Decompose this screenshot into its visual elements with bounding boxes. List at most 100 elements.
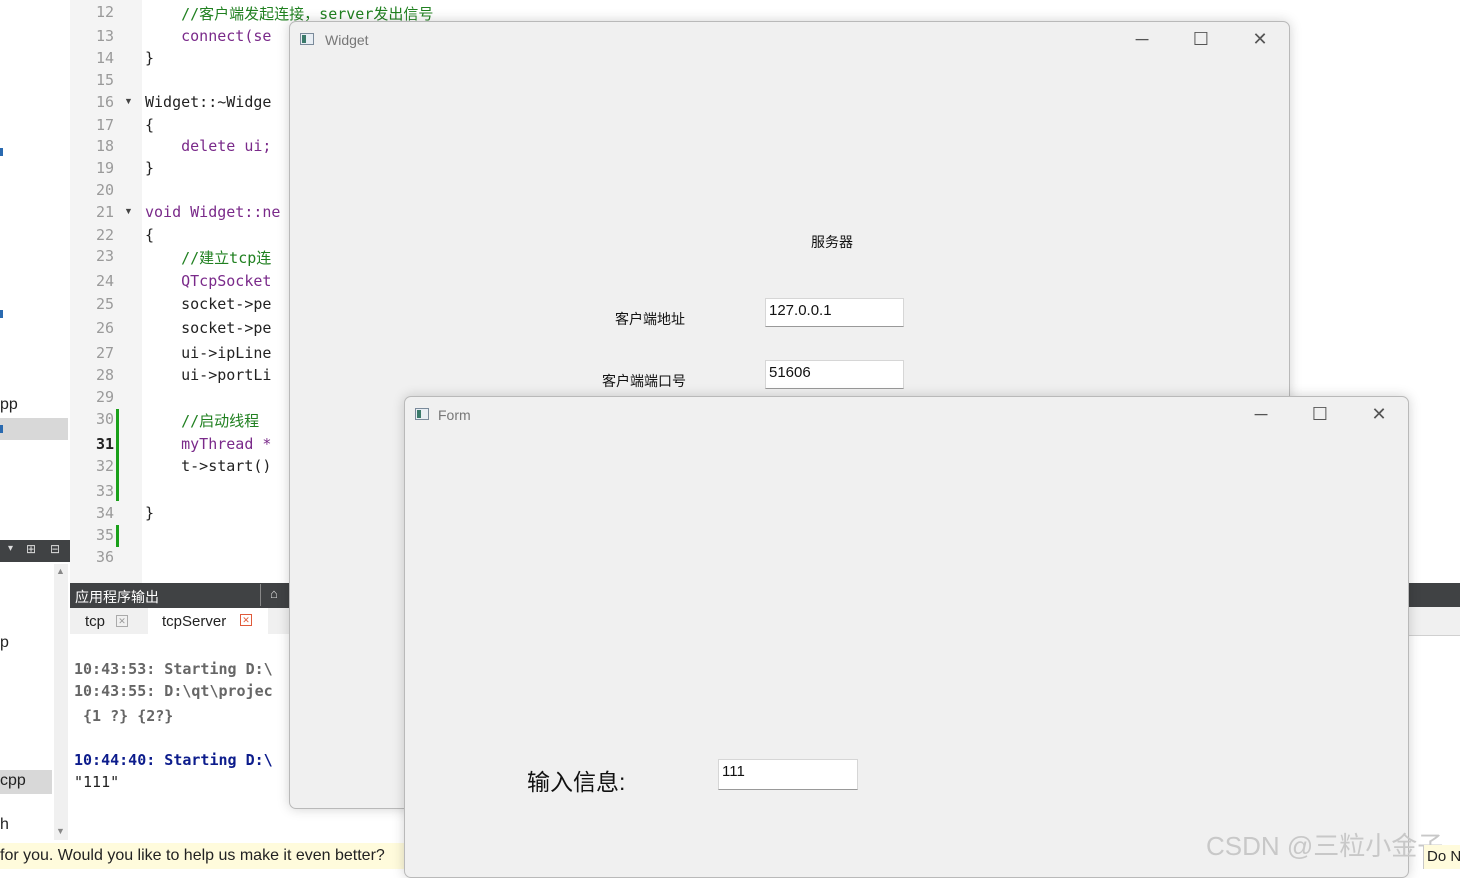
server-heading: 服务器 <box>811 234 853 250</box>
output-line: 10:44:40: Starting D:\ <box>74 751 273 769</box>
line-number: 17 <box>95 116 114 134</box>
line-number: 19 <box>95 159 114 177</box>
do-not-ask-button[interactable]: Do N <box>1423 845 1460 869</box>
widget-titlebar[interactable]: Widget ─ ☐ ✕ <box>290 22 1289 58</box>
code-line[interactable]: { <box>145 226 154 244</box>
port-field[interactable]: 51606 <box>765 360 904 389</box>
tree-marker <box>0 310 3 318</box>
window-title: Widget <box>325 32 369 48</box>
code-line[interactable]: Widget::~Widge <box>145 93 271 111</box>
tab-strip-fragment <box>1408 607 1460 636</box>
tree-toolbar: ▾ ⊞ ⊟ <box>0 540 70 562</box>
dropdown-icon[interactable]: ▾ <box>8 543 13 554</box>
line-number: 31 <box>95 435 114 453</box>
form-window[interactable]: Form ─ ☐ ✕ 输入信息: 111 <box>404 396 1409 878</box>
code-line[interactable]: myThread * <box>145 435 271 453</box>
output-pane-header: 应用程序输出 ⌂ <box>70 583 300 608</box>
address-field[interactable]: 127.0.0.1 <box>765 298 904 327</box>
change-marker <box>116 525 119 547</box>
maximize-icon[interactable]: ☐ <box>1309 403 1331 425</box>
tree-item[interactable]: h <box>0 816 9 834</box>
split-icon[interactable]: ⊞ <box>26 542 36 556</box>
code-line[interactable]: t->start() <box>145 457 271 475</box>
close-tab-icon[interactable]: ✕ <box>116 615 128 627</box>
line-number: 32 <box>95 457 114 475</box>
input-label: 输入信息: <box>527 769 626 795</box>
minimize-icon[interactable]: ─ <box>1250 403 1272 425</box>
line-number: 12 <box>95 3 114 21</box>
address-label: 客户端地址 <box>615 311 685 327</box>
code-line[interactable]: } <box>145 49 154 67</box>
fold-arrow-icon[interactable]: ▼ <box>124 206 133 216</box>
qt-app-icon <box>300 33 314 45</box>
message-input[interactable]: 111 <box>718 759 858 790</box>
tab-tcpserver[interactable]: tcpServer ✕ <box>148 608 268 634</box>
line-number: 23 <box>95 247 114 265</box>
code-line[interactable]: socket->pe <box>145 295 271 313</box>
close-tab-icon[interactable]: ✕ <box>240 614 252 626</box>
output-line: 10:43:55: D:\qt\projec <box>74 682 273 700</box>
line-number: 18 <box>95 137 114 155</box>
tree-item[interactable]: cpp <box>0 772 26 790</box>
tree-item[interactable]: pp <box>0 396 18 414</box>
code-line[interactable]: { <box>145 116 154 134</box>
line-number: 30 <box>95 410 114 428</box>
code-line[interactable]: QTcpSocket <box>145 272 271 290</box>
line-number: 28 <box>95 366 114 384</box>
line-number: 29 <box>95 388 114 406</box>
code-line[interactable]: } <box>145 504 154 522</box>
line-number: 13 <box>95 27 114 45</box>
tab-label: tcpServer <box>162 613 227 630</box>
line-number: 34 <box>95 504 114 522</box>
feedback-notification: for you. Would you like to help us make … <box>0 843 404 869</box>
notification-text: for you. Would you like to help us make … <box>0 847 385 864</box>
code-line[interactable]: delete ui; <box>145 137 271 155</box>
code-line[interactable]: } <box>145 159 154 177</box>
tree-item-selected[interactable] <box>0 418 68 440</box>
output-tabs: tcp ✕ tcpServer ✕ <box>70 608 300 634</box>
output-header-fragment <box>1408 583 1460 607</box>
watermark: CSDN @三粒小金子 <box>1206 831 1444 861</box>
line-number: 33 <box>95 482 114 500</box>
line-number: 20 <box>95 181 114 199</box>
output-line: 10:43:53: Starting D:\ <box>74 660 273 678</box>
line-number: 27 <box>95 344 114 362</box>
scroll-up-icon[interactable]: ▲ <box>56 566 65 576</box>
line-number: 24 <box>95 272 114 290</box>
window-title: Form <box>438 407 471 423</box>
code-line[interactable]: //建立tcp连 <box>145 247 271 268</box>
tree-item[interactable]: p <box>0 634 9 652</box>
line-number: 35 <box>95 526 114 544</box>
tab-label: tcp <box>85 613 106 630</box>
line-number: 26 <box>95 319 114 337</box>
output-pane-title: 应用程序输出 <box>75 589 159 605</box>
tree-marker <box>0 148 3 156</box>
line-number: 14 <box>95 49 114 67</box>
code-line[interactable]: ui->portLi <box>145 366 271 384</box>
close-icon[interactable]: ✕ <box>1249 28 1271 50</box>
code-line[interactable]: ui->ipLine <box>145 344 271 362</box>
fold-arrow-icon[interactable]: ▼ <box>124 96 133 106</box>
broom-icon[interactable]: ⌂ <box>270 586 278 601</box>
qt-app-icon <box>415 408 429 420</box>
close-pane-icon[interactable]: ⊟ <box>50 542 60 556</box>
code-line[interactable]: void Widget::ne <box>145 203 280 221</box>
line-number: 21 <box>95 203 114 221</box>
line-number: 15 <box>95 71 114 89</box>
output-line: "111" <box>74 773 120 791</box>
code-line[interactable]: connect(se <box>145 27 271 45</box>
line-number: 16 <box>95 93 114 111</box>
code-line[interactable]: socket->pe <box>145 319 271 337</box>
minimize-icon[interactable]: ─ <box>1131 28 1153 50</box>
port-label: 客户端端口号 <box>602 373 686 389</box>
code-line[interactable]: //启动线程 <box>145 410 259 431</box>
maximize-icon[interactable]: ☐ <box>1190 28 1212 50</box>
change-marker <box>116 409 119 501</box>
line-number: 36 <box>95 548 114 566</box>
tree-scrollbar[interactable]: ▲ ▼ <box>54 564 68 840</box>
scroll-down-icon[interactable]: ▼ <box>56 826 65 836</box>
tab-tcp[interactable]: tcp ✕ <box>70 608 146 634</box>
form-titlebar[interactable]: Form ─ ☐ ✕ <box>405 397 1408 433</box>
output-line: {1 ?} {2?} <box>74 707 174 725</box>
close-icon[interactable]: ✕ <box>1368 403 1390 425</box>
